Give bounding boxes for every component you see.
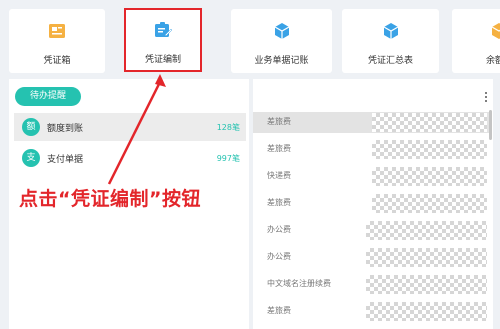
expense-type: 差旅费 [267, 198, 291, 207]
tile-business-doc-posting[interactable]: 业务单据记账 [231, 9, 332, 73]
expense-type: 办公费 [267, 252, 291, 261]
expense-type: 差旅费 [267, 306, 291, 315]
expense-row[interactable]: 办公费 [253, 247, 490, 268]
redacted-value [372, 167, 487, 186]
expense-row[interactable]: 差旅费 [253, 139, 490, 160]
expense-type: 差旅费 [267, 144, 291, 153]
expense-type: 快递费 [267, 171, 291, 180]
orange-cube-icon [491, 23, 500, 39]
redacted-value [366, 248, 487, 267]
expense-type: 差旅费 [267, 117, 291, 126]
expense-type: 办公费 [267, 225, 291, 234]
more-menu-icon[interactable] [485, 92, 488, 104]
reminder-count: 128笔 [216, 123, 240, 132]
reminder-badge: 额 [22, 118, 40, 136]
expense-row[interactable]: 办公费 [253, 220, 490, 241]
cube-icon [274, 23, 289, 39]
scrollbar[interactable] [489, 110, 492, 140]
expense-row[interactable]: 中文域名注册续费 [253, 274, 490, 295]
reminder-item[interactable]: 支 支付单据 997笔 [14, 144, 246, 172]
reminder-label: 支付单据 [47, 155, 84, 165]
redacted-value [372, 140, 487, 159]
tile-balance[interactable]: 余额 [452, 9, 500, 73]
expense-row[interactable]: 差旅费 [253, 301, 490, 322]
tile-label: 凭证箱 [43, 56, 71, 66]
tile-label: 凭证编制 [144, 55, 181, 65]
voucher-edit-icon [155, 22, 172, 37]
redacted-value [366, 275, 487, 294]
expense-type: 中文域名注册续费 [267, 279, 331, 288]
reminder-label: 额度到账 [47, 124, 84, 134]
voucher-box-icon [49, 24, 65, 38]
tile-voucher-summary[interactable]: 凭证汇总表 [342, 9, 439, 73]
tile-voucher-box[interactable]: 凭证箱 [9, 9, 105, 73]
tile-label: 余额 [486, 56, 500, 66]
reminder-item[interactable]: 额 额度到账 128笔 [14, 113, 246, 141]
redacted-value [372, 194, 487, 213]
expense-row[interactable]: 快递费 [253, 166, 490, 187]
tile-label: 业务单据记账 [254, 56, 309, 66]
reminder-count: 997笔 [216, 154, 240, 163]
tile-label: 凭证汇总表 [367, 56, 413, 66]
expense-row[interactable]: 差旅费 [253, 112, 490, 133]
redacted-value [372, 113, 487, 132]
reminder-badge: 支 [22, 149, 40, 167]
tile-voucher-edit[interactable]: 凭证编制 [124, 8, 202, 72]
redacted-value [366, 221, 487, 240]
cube-icon [383, 23, 398, 39]
todo-reminder-button[interactable]: 待办提醒 [15, 87, 81, 106]
expense-row[interactable]: 差旅费 [253, 193, 490, 214]
annotation-text: 点击“凭证编制”按钮 [19, 188, 201, 210]
redacted-value [366, 302, 487, 321]
